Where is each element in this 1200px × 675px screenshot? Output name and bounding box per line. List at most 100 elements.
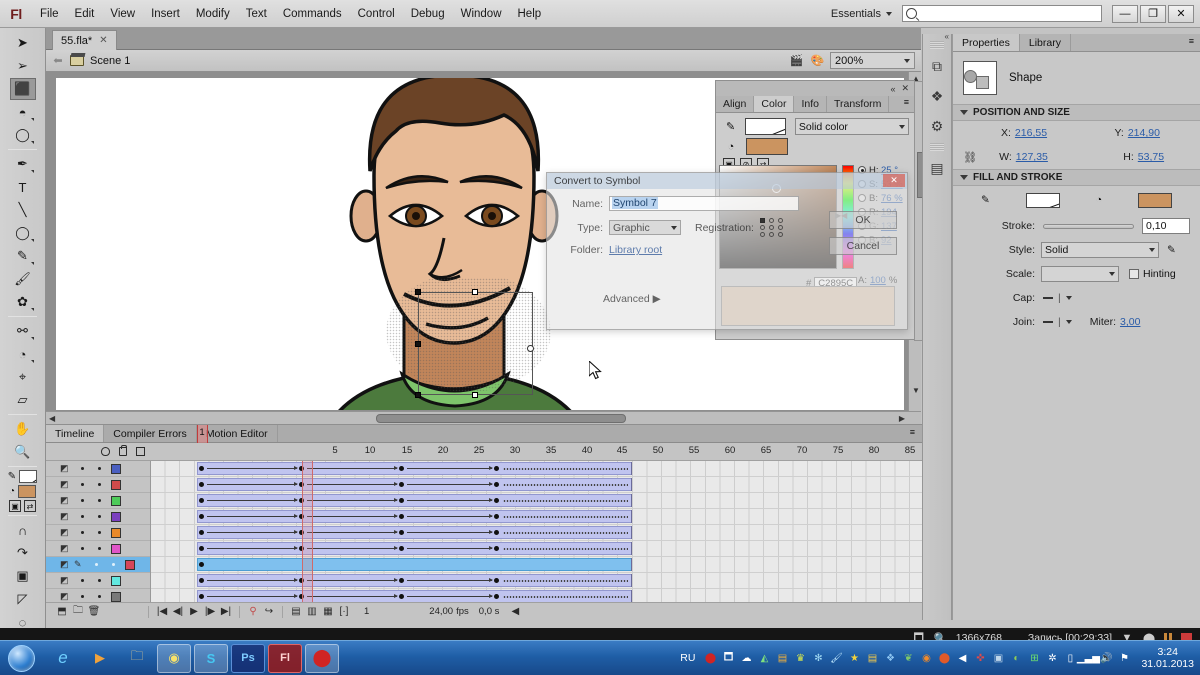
flash-icon[interactable]: Fl [268, 644, 302, 673]
eye-toggle[interactable] [74, 515, 91, 518]
layer-color-swatch[interactable] [111, 480, 121, 490]
keyframe-dot[interactable] [399, 530, 404, 535]
section-position-and-size[interactable]: POSITION AND SIZE [953, 104, 1200, 121]
oval-tool[interactable]: ◯ [10, 222, 36, 244]
3d-rotation-tool[interactable]: ◓ [10, 101, 36, 123]
dock-grip-2[interactable] [930, 143, 944, 151]
fill-type-select[interactable]: Solid color [795, 118, 909, 135]
eye-toggle[interactable] [74, 499, 91, 502]
layer-color-swatch[interactable] [111, 576, 121, 586]
tab-color[interactable]: Color [754, 96, 794, 112]
star-icon[interactable]: ★ [847, 651, 861, 665]
keyframe-dot[interactable] [399, 498, 404, 503]
keyframe-dot[interactable] [199, 514, 204, 519]
pen-tool[interactable]: ✒ [10, 153, 36, 175]
step-back-icon[interactable]: ◀| [170, 605, 186, 619]
tab-transform[interactable]: Transform [827, 96, 889, 112]
anchor-onion-icon[interactable]: [·] [336, 605, 352, 619]
registration-grid[interactable] [760, 218, 785, 237]
edit-multiple-icon[interactable]: ▤ [288, 605, 304, 619]
collapse-icon[interactable]: « [945, 32, 949, 41]
cap-select[interactable]: | [1043, 292, 1072, 304]
tab-timeline[interactable]: Timeline [46, 425, 104, 442]
frame-row-3[interactable] [151, 493, 922, 509]
menu-control[interactable]: Control [350, 4, 403, 24]
library-icon[interactable]: ❖ [925, 83, 949, 109]
antivirus-icon[interactable]: ◐ [1009, 651, 1023, 665]
hand-tool[interactable]: ✋ [10, 418, 36, 440]
search-box[interactable] [902, 5, 1102, 22]
panel-menu-icon[interactable]: ≡ [1183, 34, 1200, 51]
stage-horizontal-scrollbar[interactable]: ◀ ▶ [46, 411, 921, 424]
layer-row-1[interactable]: ◩ [46, 461, 150, 477]
keyframe-dot[interactable] [199, 562, 204, 567]
back-arrow-icon[interactable]: ⬅ [52, 55, 64, 67]
panel-menu-icon[interactable]: ≡ [903, 425, 922, 442]
eraser-tool[interactable]: ▱ [10, 389, 36, 411]
fill-color-row[interactable]: ◔ [0, 485, 45, 498]
file-explorer-icon[interactable]: 🗀 [120, 644, 154, 673]
folder-value[interactable]: Library root [609, 244, 662, 256]
eye-toggle[interactable] [74, 595, 91, 598]
keyframe-dot[interactable] [494, 466, 499, 471]
keyframe-dot[interactable] [299, 466, 304, 471]
frame-row-9[interactable] [151, 589, 922, 603]
screen-recorder-icon[interactable]: ⬤ [305, 644, 339, 673]
handle-bottom-left[interactable] [415, 392, 421, 398]
menu-view[interactable]: View [102, 4, 143, 24]
h-value[interactable]: 53,75 [1138, 151, 1164, 163]
update-icon[interactable]: ✻ [811, 651, 825, 665]
reg-cell-tr[interactable] [778, 218, 783, 223]
fps-value[interactable]: 24,00 [429, 606, 453, 617]
stroke-color-row[interactable]: ✎ [0, 470, 45, 483]
minimize-button[interactable]: — [1112, 5, 1138, 23]
eye-toggle[interactable] [88, 563, 105, 566]
outline-icon[interactable] [136, 447, 145, 456]
record-icon[interactable]: ⬤ [703, 651, 717, 665]
h-field[interactable]: H: 53,75 [1085, 151, 1190, 163]
keyframe-dot[interactable] [399, 594, 404, 599]
w-value[interactable]: 127,35 [1016, 151, 1048, 163]
layer-color-swatch[interactable] [111, 496, 121, 506]
cloud-icon[interactable]: ☁ [739, 651, 753, 665]
close-icon[interactable]: ✕ [99, 35, 107, 46]
speaker-icon[interactable]: 🔊 [1099, 651, 1113, 665]
keyframe-dot[interactable] [299, 578, 304, 583]
tab-align[interactable]: Align [716, 96, 754, 112]
stroke-width-slider[interactable] [1043, 224, 1134, 229]
checkbox-icon[interactable] [1129, 269, 1139, 279]
symbol-type-select[interactable]: Graphic [609, 220, 681, 235]
eye-toggle[interactable] [74, 531, 91, 534]
tab-library[interactable]: Library [1020, 34, 1071, 51]
link-aspect-ratio-icon[interactable]: ⛓ [963, 151, 977, 164]
align-panel-icon[interactable]: ▤ [925, 155, 949, 181]
bone-tool[interactable]: ⚯ [10, 320, 36, 342]
default-colors-icon[interactable]: ▣ [9, 500, 21, 512]
maximize-button[interactable]: ❐ [1140, 5, 1166, 23]
pencil-edit-icon[interactable]: ✎ [1167, 244, 1176, 256]
new-layer-icon[interactable]: ⬒ [54, 605, 70, 619]
last-frame-icon[interactable]: ▶| [218, 605, 234, 619]
reg-cell-mr[interactable] [778, 225, 783, 230]
reg-cell-ml[interactable] [760, 225, 765, 230]
photoshop-icon[interactable]: Ps [231, 644, 265, 673]
center-frame-icon[interactable]: ▦ [320, 605, 336, 619]
swap-colors-icon[interactable]: ⇄ [24, 500, 36, 512]
stroke-color-swatch[interactable] [1026, 193, 1060, 208]
keyframe-dot[interactable] [199, 530, 204, 535]
lock-toggle[interactable] [91, 531, 108, 534]
net-icon[interactable]: ❖ [883, 651, 897, 665]
edit-symbols-icon[interactable]: 🎨 [809, 53, 826, 68]
scroll-left-icon[interactable]: ◀ [49, 414, 55, 423]
keyframe-dot[interactable] [199, 578, 204, 583]
menu-text[interactable]: Text [238, 4, 275, 24]
pencil-icon[interactable]: ✎ [721, 118, 740, 135]
scroll-right-icon[interactable]: ▶ [899, 414, 905, 423]
tab-compiler-errors[interactable]: Compiler Errors [104, 425, 197, 442]
reg-cell-bc[interactable] [769, 232, 774, 237]
menu-commands[interactable]: Commands [275, 4, 350, 24]
internet-explorer-icon[interactable]: e [46, 644, 80, 673]
reg-cell-bl[interactable] [760, 232, 765, 237]
skype-icon[interactable]: S [194, 644, 228, 673]
layer-row-2[interactable]: ◩ [46, 477, 150, 493]
